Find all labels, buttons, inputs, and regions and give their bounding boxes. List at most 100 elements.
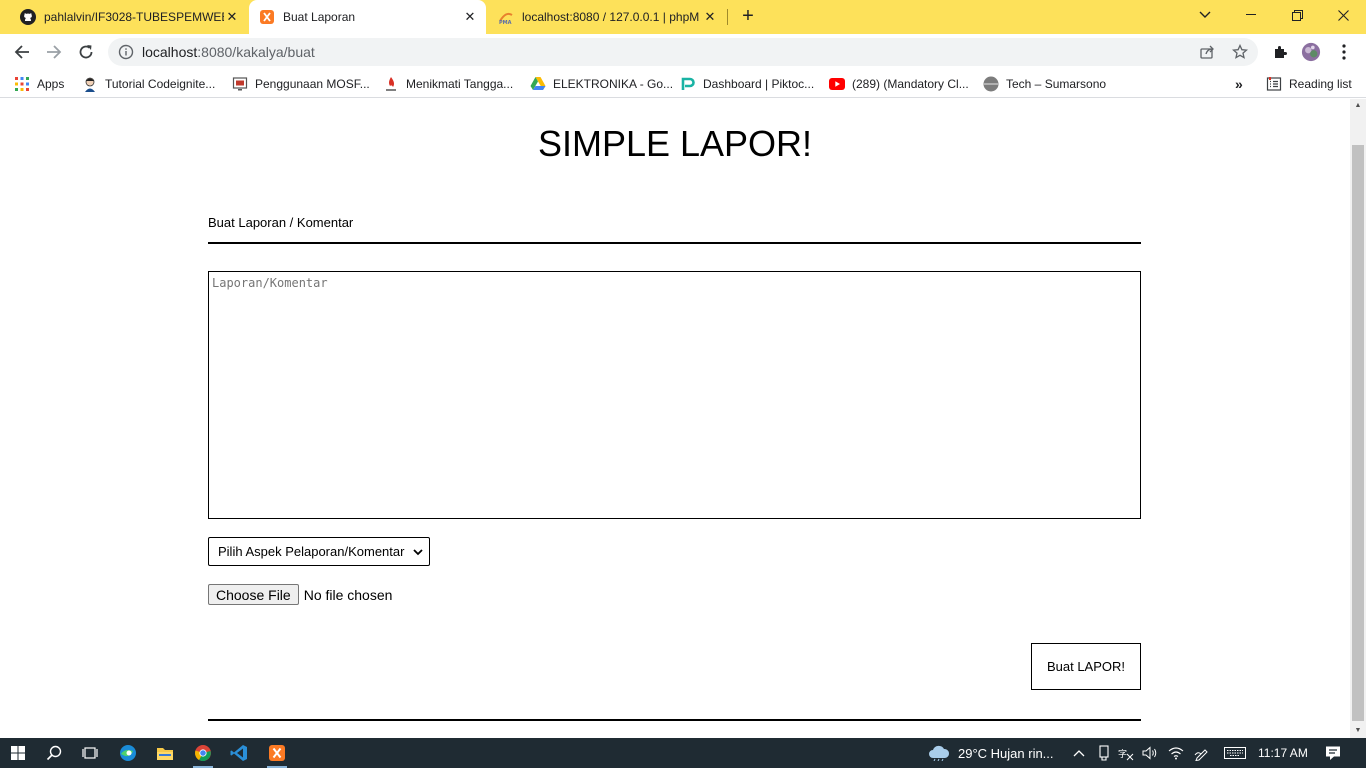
bookmark-piktochart[interactable]: Dashboard | Piktoc... (680, 76, 814, 92)
restore-button[interactable] (1274, 0, 1320, 30)
scroll-up-icon[interactable]: ▲ (1350, 99, 1366, 113)
tab-search-icon[interactable] (1182, 0, 1228, 30)
tab-title: localhost:8080 / 127.0.0.1 | phpM (522, 10, 700, 24)
bookmark-elektronika[interactable]: ELEKTRONIKA - Go... (530, 76, 673, 92)
tab-github[interactable]: pahlalvin/IF3028-TUBESPEMWEB ✕ (12, 0, 248, 34)
page-viewport: SIMPLE LAPOR! Buat Laporan / Komentar Pi… (0, 99, 1350, 738)
back-button[interactable] (10, 40, 34, 64)
speaker-icon[interactable] (1142, 745, 1158, 761)
notification-icon[interactable] (1325, 745, 1341, 761)
overflow-label: » (1235, 76, 1243, 92)
minimize-button[interactable] (1228, 0, 1274, 30)
svg-text:PMA: PMA (499, 20, 512, 25)
share-icon[interactable] (1199, 44, 1215, 60)
aspect-select[interactable]: Pilih Aspek Pelaporan/Komentar (208, 537, 430, 566)
windows-start-icon[interactable] (0, 738, 36, 768)
tab-title: pahlalvin/IF3028-TUBESPEMWEB (44, 10, 224, 24)
choose-file-button[interactable]: Choose File (208, 584, 299, 605)
bookmark-label: Tutorial Codeignite... (105, 77, 216, 91)
extensions-icon[interactable] (1270, 42, 1290, 62)
page-scrollbar[interactable]: ▲ ▼ (1350, 99, 1366, 738)
page-title: SIMPLE LAPOR! (537, 123, 813, 164)
google-drive-icon (530, 76, 546, 92)
weather-text[interactable]: 29°C Hujan rin... (958, 746, 1054, 761)
globe-gray-icon (983, 76, 999, 92)
site-info-icon[interactable] (118, 44, 134, 60)
bookmarks-overflow-button[interactable]: » (1235, 76, 1243, 92)
top-divider (208, 242, 1141, 244)
phpmyadmin-icon: PMA (498, 9, 514, 25)
device-icon[interactable] (1096, 745, 1112, 761)
menu-kebab-icon[interactable] (1334, 42, 1354, 62)
wifi-icon[interactable] (1168, 745, 1184, 761)
tab-buat-laporan[interactable]: Buat Laporan ✕ (249, 0, 486, 34)
reading-list-button[interactable]: Reading list (1266, 76, 1352, 92)
bookmark-menikmati[interactable]: Menikmati Tangga... (383, 76, 513, 92)
bookmark-youtube[interactable]: (289) (Mandatory Cl... (829, 76, 969, 92)
bookmark-apps[interactable]: Apps (14, 76, 64, 92)
scrollbar-thumb[interactable] (1352, 145, 1364, 721)
close-tab-icon[interactable]: ✕ (702, 9, 718, 25)
search-icon[interactable] (36, 738, 72, 768)
report-textarea[interactable] (208, 271, 1141, 519)
reading-list-icon (1266, 76, 1282, 92)
flame-icon (383, 76, 399, 92)
xampp-icon (259, 9, 275, 25)
pen-icon[interactable] (1194, 745, 1210, 761)
no-file-label: No file chosen (303, 586, 393, 603)
forward-button[interactable] (42, 40, 66, 64)
bookmark-label: (289) (Mandatory Cl... (852, 77, 969, 91)
person-avatar-icon (82, 76, 98, 92)
browser-toolbar: localhost:8080/kakalya/buat (0, 34, 1366, 70)
scroll-down-icon[interactable]: ▼ (1350, 724, 1366, 738)
bookmarks-bar: Apps Tutorial Codeignite... Penggunaan M… (0, 70, 1366, 98)
chevron-up-icon[interactable] (1071, 745, 1087, 761)
reload-button[interactable] (74, 40, 98, 64)
profile-avatar[interactable] (1301, 42, 1321, 62)
task-view-icon[interactable] (72, 738, 108, 768)
bookmark-mosfet[interactable]: Penggunaan MOSF... (232, 76, 370, 92)
new-tab-button[interactable]: + (738, 6, 758, 27)
bookmark-star-icon[interactable] (1231, 43, 1249, 60)
bookmark-label: Dashboard | Piktoc... (703, 77, 815, 91)
github-icon (20, 9, 36, 25)
url-path: :8080/kakalya/buat (197, 44, 315, 60)
clock-time[interactable]: 11:17 AM (1258, 746, 1308, 760)
section-label: Buat Laporan / Komentar (208, 215, 354, 230)
apps-grid-icon (14, 76, 30, 92)
monitor-icon (232, 76, 248, 92)
piktochart-icon (680, 76, 696, 92)
bookmark-label: ELEKTRONIKA - Go... (553, 77, 674, 91)
close-window-button[interactable] (1320, 0, 1366, 30)
bookmark-label: Penggunaan MOSF... (255, 77, 370, 91)
submit-lapor-button[interactable]: Buat LAPOR! (1031, 643, 1141, 690)
xampp-taskbar-icon[interactable] (259, 738, 295, 768)
tab-title: Buat Laporan (283, 10, 356, 24)
tab-strip: pahlalvin/IF3028-TUBESPEMWEB ✕ Buat Lapo… (0, 0, 1366, 34)
url-text[interactable]: localhost:8080/kakalya/buat (142, 44, 315, 60)
address-bar[interactable]: localhost:8080/kakalya/buat (108, 38, 1258, 66)
close-tab-icon[interactable]: ✕ (462, 9, 478, 25)
bookmark-tech[interactable]: Tech – Sumarsono (983, 76, 1106, 92)
windows-taskbar: 29°C Hujan rin... 字 11:17 AM (0, 738, 1366, 768)
bookmark-label: Apps (37, 77, 65, 91)
bookmark-codeigniter[interactable]: Tutorial Codeignite... (82, 76, 215, 92)
keyboard-icon[interactable] (1222, 745, 1248, 761)
reading-list-label: Reading list (1289, 77, 1352, 91)
vscode-icon[interactable] (221, 738, 257, 768)
weather-cloud-icon[interactable] (928, 745, 950, 761)
tab-phpmyadmin[interactable]: PMA localhost:8080 / 127.0.0.1 | phpM ✕ (490, 0, 726, 34)
edge-icon[interactable] (110, 738, 146, 768)
chrome-icon[interactable] (185, 738, 221, 768)
youtube-icon (829, 76, 845, 92)
chevron-down-icon (412, 546, 424, 558)
url-host: localhost (142, 44, 198, 60)
language-ime-icon[interactable]: 字 (1118, 745, 1134, 761)
bookmark-label: Menikmati Tangga... (406, 77, 514, 91)
file-upload: Choose File No file chosen (208, 584, 392, 605)
close-tab-icon[interactable]: ✕ (224, 9, 240, 25)
file-explorer-icon[interactable] (147, 738, 183, 768)
svg-text:字: 字 (1118, 748, 1127, 760)
bottom-divider (208, 719, 1141, 721)
tab-separator (727, 9, 728, 25)
